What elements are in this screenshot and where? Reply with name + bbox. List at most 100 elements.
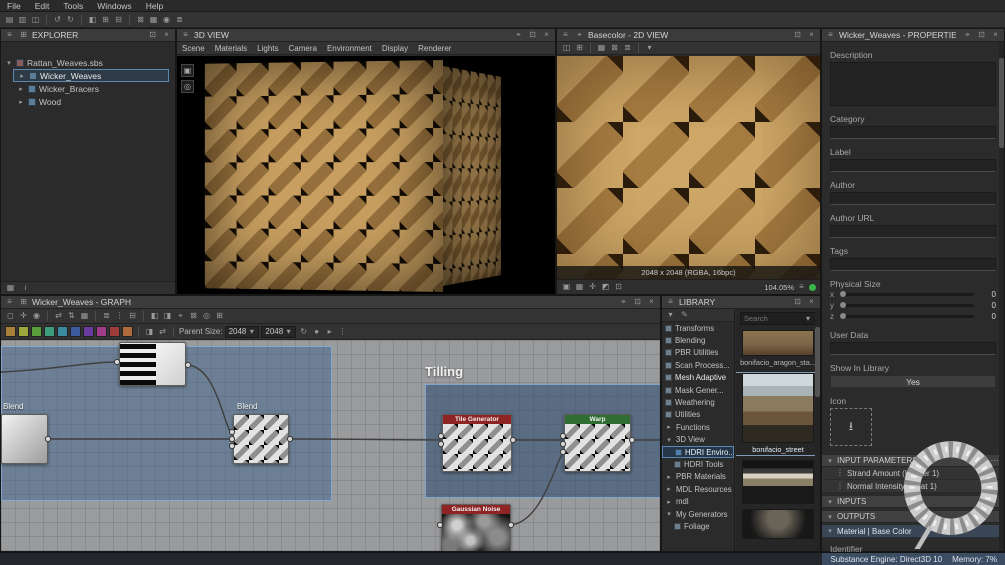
library-item[interactable] [736, 509, 820, 539]
node-blend-2[interactable] [233, 414, 289, 464]
parent-size-width-dropdown[interactable]: 2048 ▾ [225, 326, 260, 338]
save-icon[interactable]: ◫ [30, 14, 41, 25]
author-field[interactable] [830, 192, 996, 205]
display-filter-icon[interactable]: ◨ [144, 326, 155, 337]
chevron-down-icon[interactable]: ▾ [826, 457, 834, 465]
node-warp[interactable]: Warp [564, 414, 631, 472]
pin-icon[interactable]: ⌖ [513, 30, 524, 41]
compact-material-icon[interactable]: ▦ [79, 311, 90, 322]
chevron-right-icon[interactable]: ▸ [665, 473, 673, 481]
pin-view-icon[interactable]: ⌖ [175, 311, 186, 322]
list-icon[interactable]: ≣ [174, 14, 185, 25]
physical-size-z[interactable]: z 0 [830, 311, 996, 322]
background-toggle-icon[interactable]: ▣ [561, 282, 572, 293]
lib-item-transforms[interactable]: Transforms [662, 322, 734, 334]
grid-toggle-icon[interactable]: ▦ [574, 282, 585, 293]
panel-menu-icon[interactable]: ≡ [560, 30, 571, 41]
thumbnail-view-icon[interactable]: ▦ [5, 283, 16, 294]
lib-item-blending[interactable]: Blending [662, 334, 734, 346]
node-gaussian-noise[interactable]: Gaussian Noise [441, 504, 511, 551]
frame-icon[interactable]: ◨ [162, 311, 173, 322]
close-icon[interactable]: × [646, 297, 657, 308]
slider-value[interactable]: 0 [978, 290, 996, 299]
fit-graph-icon[interactable]: ⊠ [188, 311, 199, 322]
noise-node-icon[interactable] [122, 326, 133, 337]
tree-item-package[interactable]: ▾ Rattan_Weaves.sbs [1, 56, 175, 69]
lib-item-foliage[interactable]: Foliage [662, 520, 734, 532]
author-url-field[interactable] [830, 225, 996, 238]
chevron-right-icon[interactable]: ▸ [17, 98, 25, 106]
slider-track[interactable] [840, 304, 974, 307]
lib-item-weathering[interactable]: Weathering [662, 396, 734, 408]
levels-node-icon[interactable] [31, 326, 42, 337]
undo-icon[interactable]: ↺ [52, 14, 63, 25]
physical-size-x[interactable]: x 0 [830, 289, 996, 300]
menu-tools[interactable]: Tools [56, 0, 90, 12]
cut-icon[interactable]: ◧ [87, 14, 98, 25]
drag-handle-icon[interactable]: ⋮ [836, 481, 844, 492]
curve-node-icon[interactable] [44, 326, 55, 337]
edit-icon[interactable]: ✎ [679, 310, 690, 321]
view2d-canvas[interactable]: 2048 x 2048 (RGBA, 16bpc) [557, 56, 820, 279]
float-icon[interactable]: ⊡ [147, 30, 158, 41]
scrollbar-thumb[interactable] [999, 58, 1004, 148]
icon-drop-zone[interactable]: ⭳ [830, 408, 872, 446]
redo-icon[interactable]: ↻ [65, 14, 76, 25]
tiling-icon[interactable]: ▦ [596, 43, 607, 54]
parent-size-height-dropdown[interactable]: 2048 ▾ [261, 326, 296, 338]
slider-value[interactable]: 0 [978, 301, 996, 310]
grid-snap-icon[interactable]: ⊞ [214, 311, 225, 322]
menu-scene[interactable]: Scene [177, 44, 210, 53]
lib-item-mdl[interactable]: ▸mdl [662, 495, 734, 507]
chevron-down-icon[interactable]: ▾ [665, 510, 673, 518]
library-scrollbar[interactable] [815, 309, 820, 551]
float-icon[interactable]: ⊡ [976, 30, 987, 41]
align-vertical-icon[interactable]: ⋮ [114, 311, 125, 322]
transform-node-icon[interactable] [70, 326, 81, 337]
chevron-down-icon[interactable]: ▾ [826, 498, 834, 506]
lib-item-my-generators[interactable]: ▾My Generators [662, 508, 734, 520]
grid-icon[interactable]: ▦ [148, 14, 159, 25]
slider-handle[interactable] [840, 302, 846, 308]
save-image-icon[interactable]: ◫ [561, 43, 572, 54]
uniform-color-node-icon[interactable] [5, 326, 16, 337]
search-filter-icon[interactable]: ▾ [804, 313, 812, 324]
tree-item-wicker-bracers[interactable]: ▸ Wicker_Bracers [13, 82, 175, 95]
hsl-node-icon[interactable] [57, 326, 68, 337]
float-icon[interactable]: ⊡ [792, 297, 803, 308]
dock-icon[interactable]: ⊞ [18, 30, 29, 41]
comment-icon[interactable]: ◧ [149, 311, 160, 322]
show-in-library-toggle[interactable]: Yes [830, 375, 996, 388]
slider-handle[interactable] [840, 291, 846, 297]
tree-item-wood[interactable]: ▸ Wood [13, 95, 175, 108]
link-create-icon[interactable]: ⇄ [53, 311, 64, 322]
lib-item-pbr-utilities[interactable]: PBR Utilities [662, 347, 734, 359]
tree-item-wicker-weaves[interactable]: ▸ Wicker_Weaves [13, 69, 169, 82]
menu-materials[interactable]: Materials [210, 44, 252, 53]
align-horizontal-icon[interactable]: ≣ [101, 311, 112, 322]
float-icon[interactable]: ⊡ [527, 30, 538, 41]
library-item[interactable] [736, 460, 820, 504]
frame-label[interactable]: Tilling [425, 364, 463, 379]
search-input[interactable] [744, 314, 802, 323]
copy-icon[interactable]: ⊞ [100, 14, 111, 25]
lib-item-3d-view[interactable]: ▾3D View [662, 434, 734, 446]
panel-menu-icon[interactable]: ≡ [4, 30, 15, 41]
panel-menu-icon[interactable]: ≡ [825, 30, 836, 41]
histogram-icon[interactable]: ◩ [600, 282, 611, 293]
pin-icon[interactable]: ⌖ [574, 30, 585, 41]
float-icon[interactable]: ⊡ [632, 297, 643, 308]
blend-node-icon[interactable] [18, 326, 29, 337]
pin-icon[interactable]: ⌖ [618, 297, 629, 308]
slider-track[interactable] [840, 293, 974, 296]
ruler-icon[interactable]: ≣ [622, 43, 633, 54]
channels-icon[interactable]: ≡ [796, 282, 807, 293]
node-blend-1[interactable] [1, 414, 48, 464]
panel-menu-icon[interactable]: ≡ [180, 30, 191, 41]
menu-edit[interactable]: Edit [28, 0, 57, 12]
lib-item-utilities[interactable]: Utilities [662, 409, 734, 421]
menu-renderer[interactable]: Renderer [413, 44, 456, 53]
chevron-down-icon[interactable]: ▾ [826, 513, 834, 521]
panel-menu-icon[interactable]: ≡ [665, 297, 676, 308]
zoom-tool-icon[interactable]: ◉ [31, 311, 42, 322]
